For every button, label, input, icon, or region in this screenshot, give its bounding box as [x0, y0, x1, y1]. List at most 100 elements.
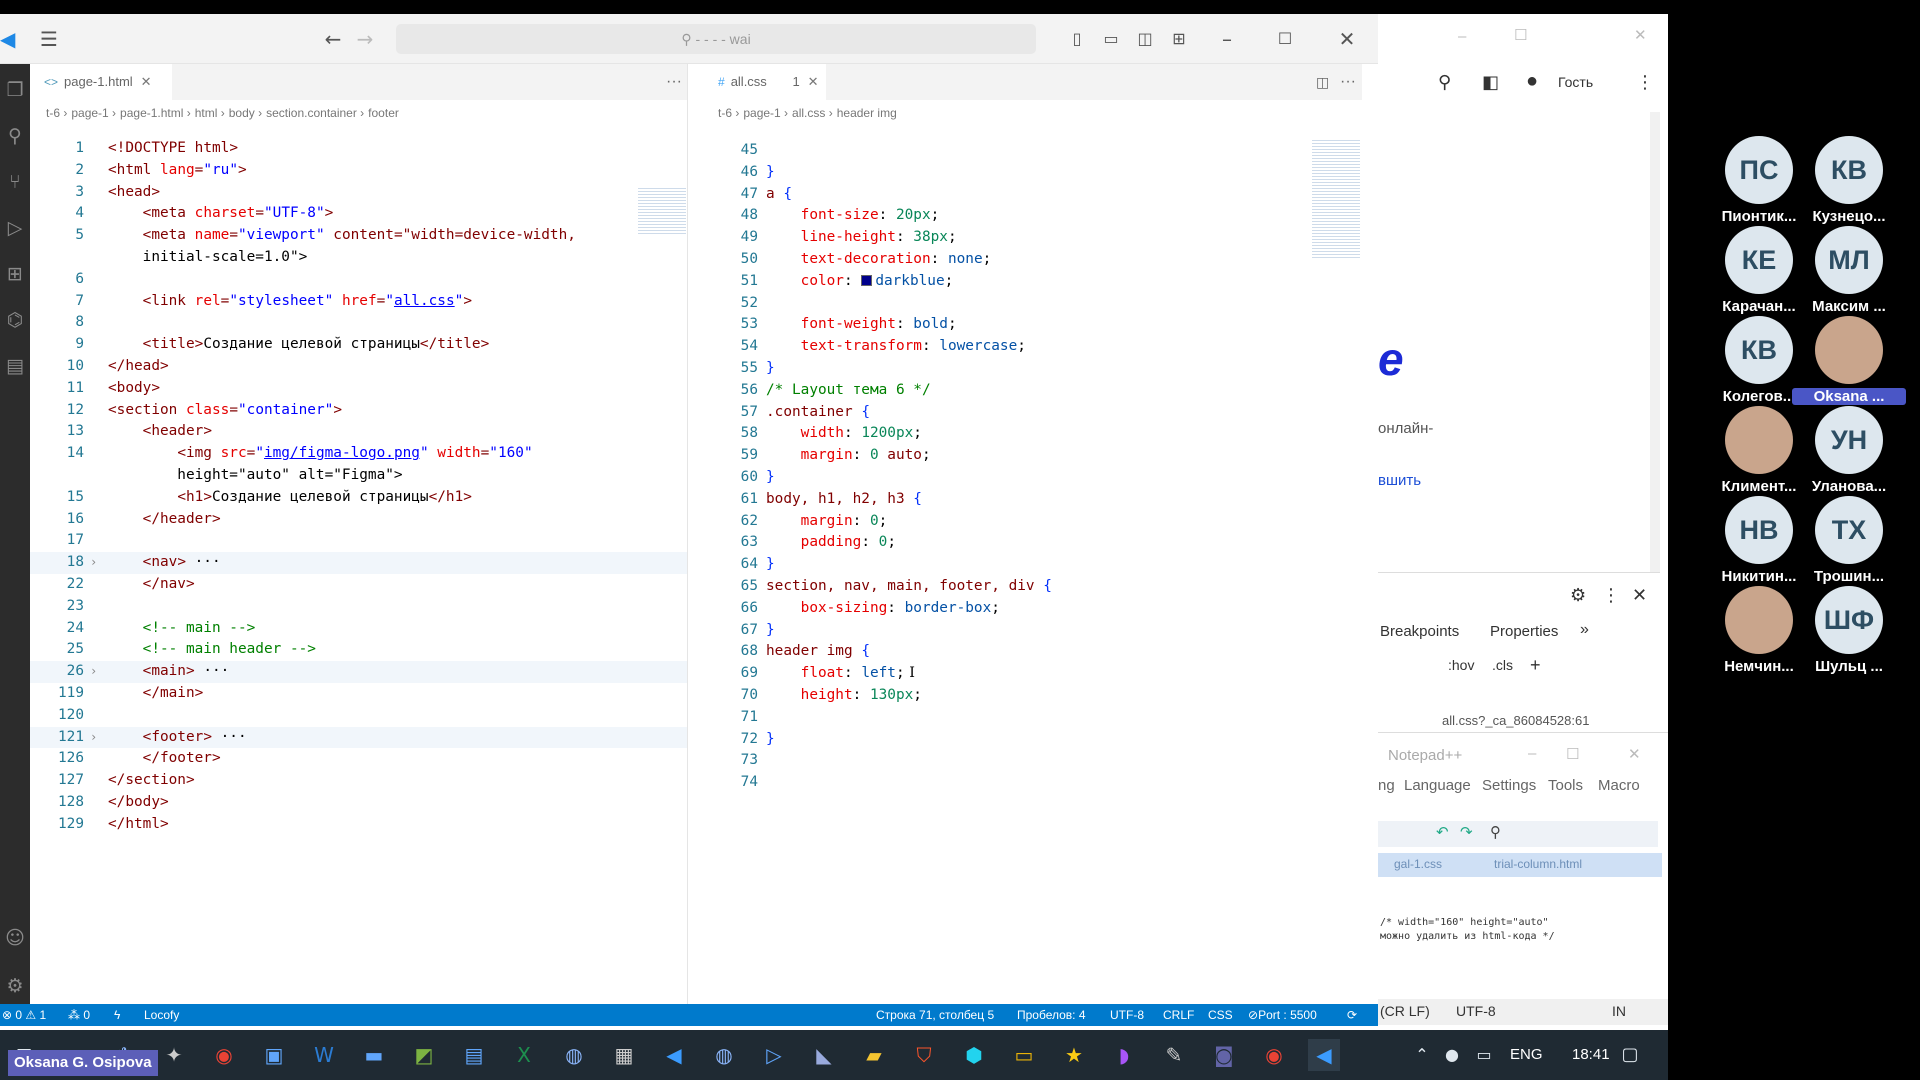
excel-icon[interactable]: X: [508, 1039, 540, 1071]
vscode-icon[interactable]: ◀: [658, 1039, 690, 1071]
clock[interactable]: 18:41: [1572, 1030, 1610, 1080]
code-line[interactable]: 60}: [704, 467, 1362, 489]
code-line[interactable]: 50 text-decoration: none;: [704, 249, 1362, 271]
forward-arrow-icon[interactable]: →: [352, 26, 378, 52]
guest-profile[interactable]: Гость: [1558, 74, 1593, 90]
code-line[interactable]: 59 margin: 0 auto;: [704, 445, 1362, 467]
code-line[interactable]: 4 <meta charset="UTF-8">: [30, 203, 687, 225]
code-line[interactable]: 16 </header>: [30, 509, 687, 531]
command-center-search[interactable]: ⚲ - - - - wai: [396, 24, 1036, 54]
code-line[interactable]: 55}: [704, 358, 1362, 380]
chrome-icon[interactable]: ◉: [1258, 1039, 1290, 1071]
app-icon[interactable]: ▤: [458, 1039, 490, 1071]
code-line[interactable]: 121 › <footer> ···: [30, 726, 687, 749]
word-icon[interactable]: W: [308, 1039, 340, 1071]
tab-all-css[interactable]: # all.css 1 ✕: [704, 64, 826, 100]
close-tab-icon[interactable]: ✕: [141, 74, 152, 89]
participant-tile[interactable]: КВ Кузнецо...: [1792, 136, 1902, 236]
code-line[interactable]: 6: [30, 269, 687, 291]
maximize-icon[interactable]: ☐: [1272, 26, 1298, 52]
code-line[interactable]: 65 section, nav, main, footer, div {: [704, 576, 1362, 598]
remote-icon[interactable]: ⌬: [0, 300, 30, 340]
chrome-icon[interactable]: ◉: [208, 1039, 240, 1071]
app-icon[interactable]: ⬢: [958, 1039, 990, 1071]
settings-gear-icon[interactable]: ⚙: [0, 966, 30, 1006]
code-line[interactable]: 127 </section>: [30, 770, 687, 792]
scrollbar[interactable]: [1650, 112, 1660, 572]
tab-breakpoints[interactable]: Breakpoints: [1380, 623, 1459, 640]
close-icon[interactable]: ✕: [1334, 26, 1360, 52]
breadcrumb-item[interactable]: t-6 ›: [718, 106, 739, 120]
code-line[interactable]: 51 color: darkblue;: [704, 271, 1362, 293]
code-line[interactable]: 129 </html>: [30, 814, 687, 836]
code-line[interactable]: 10 </head>: [30, 356, 687, 378]
code-line[interactable]: height="auto" alt="Figma">: [30, 465, 687, 487]
code-line[interactable]: 23: [30, 596, 687, 618]
extensions-icon[interactable]: ⊞: [0, 254, 30, 294]
code-line[interactable]: 70 height: 130px;: [704, 685, 1362, 707]
app-icon[interactable]: ◣: [808, 1039, 840, 1071]
chevron-right-icon[interactable]: »: [1580, 621, 1589, 639]
code-line[interactable]: 15 <h1>Создание целевой страницы</h1>: [30, 487, 687, 509]
tab-properties[interactable]: Properties: [1490, 623, 1558, 640]
menu-settings[interactable]: Settings: [1482, 777, 1536, 794]
settings-gear-icon[interactable]: ⚙: [1570, 585, 1586, 606]
locofy-plugin[interactable]: Locofy: [144, 1004, 179, 1026]
breadcrumb-item[interactable]: page-1.html ›: [120, 106, 191, 120]
code-line[interactable]: 14 <img src="img/figma-logo.png" width="…: [30, 443, 687, 465]
code-line[interactable]: 45: [704, 140, 1362, 162]
toggle-secondary-sidebar-icon[interactable]: ◫: [1132, 26, 1158, 52]
fold-chevron-icon[interactable]: ›: [90, 552, 97, 574]
app-icon[interactable]: ✎: [1158, 1039, 1190, 1071]
ports-indicator[interactable]: ⁂ 0: [68, 1004, 90, 1026]
app-icon[interactable]: ★: [1058, 1039, 1090, 1071]
notification-center-icon[interactable]: ▢: [1614, 1039, 1646, 1071]
chevron-up-icon[interactable]: ⌃: [1406, 1039, 1438, 1071]
code-line[interactable]: 61 body, h1, h2, h3 {: [704, 489, 1362, 511]
file-explorer-icon[interactable]: ▰: [858, 1039, 890, 1071]
color-swatch-icon[interactable]: [861, 274, 873, 286]
code-line[interactable]: 8: [30, 312, 687, 334]
encoding[interactable]: UTF-8: [1110, 1004, 1144, 1026]
code-line[interactable]: 52: [704, 293, 1362, 315]
menu-tools[interactable]: Tools: [1548, 777, 1583, 794]
notifications-icon[interactable]: ⟳: [1347, 1004, 1357, 1026]
explorer-icon[interactable]: ❐: [0, 70, 30, 110]
code-line[interactable]: 73: [704, 750, 1362, 772]
code-line[interactable]: 11 <body>: [30, 378, 687, 400]
undo-icon[interactable]: ↶: [1436, 823, 1449, 841]
more-actions-icon[interactable]: ···: [666, 64, 682, 100]
minimize-icon[interactable]: –: [1458, 28, 1466, 45]
close-icon[interactable]: ✕: [1634, 26, 1647, 44]
code-line[interactable]: 46}: [704, 162, 1362, 184]
close-devtools-icon[interactable]: ✕: [1632, 585, 1647, 606]
teams-icon[interactable]: ◙: [1208, 1039, 1240, 1071]
code-line[interactable]: 128 </body>: [30, 792, 687, 814]
participant-tile[interactable]: Oksana ...: [1792, 316, 1906, 416]
page-link-fragment[interactable]: вшить: [1378, 472, 1421, 489]
vscode-active-icon[interactable]: ◀: [1308, 1039, 1340, 1071]
maximize-icon[interactable]: ☐: [1514, 26, 1527, 44]
code-line[interactable]: 66 box-sizing: border-box;: [704, 598, 1362, 620]
language-mode[interactable]: CSS: [1208, 1004, 1233, 1026]
code-line[interactable]: 58 width: 1200px;: [704, 423, 1362, 445]
participant-tile[interactable]: МЛ Максим ...: [1792, 226, 1902, 326]
more-actions-icon[interactable]: ···: [1340, 64, 1356, 100]
app-icon[interactable]: ◍: [708, 1039, 740, 1071]
app-icon[interactable]: ▬: [358, 1039, 390, 1071]
app-icon[interactable]: ✦: [158, 1039, 190, 1071]
code-line[interactable]: 67}: [704, 620, 1362, 642]
back-arrow-icon[interactable]: ←: [320, 26, 346, 52]
breadcrumb-item[interactable]: header img: [837, 106, 897, 120]
code-line[interactable]: 63 padding: 0;: [704, 532, 1362, 554]
breadcrumb-item[interactable]: footer: [368, 106, 399, 120]
find-icon[interactable]: ⚲: [1490, 823, 1501, 841]
code-line[interactable]: 1 <!DOCTYPE html>: [30, 138, 687, 160]
problems-indicator[interactable]: ⊗ 0 ⚠ 1: [2, 1004, 46, 1026]
app-icon[interactable]: ◩: [408, 1039, 440, 1071]
code-line[interactable]: 22 </nav>: [30, 574, 687, 596]
sidepanel-icon[interactable]: ◧: [1482, 72, 1499, 93]
code-line[interactable]: 49 line-height: 38px;: [704, 227, 1362, 249]
app-icon[interactable]: ▷: [758, 1039, 790, 1071]
indentation[interactable]: Пробелов: 4: [1017, 1004, 1086, 1026]
